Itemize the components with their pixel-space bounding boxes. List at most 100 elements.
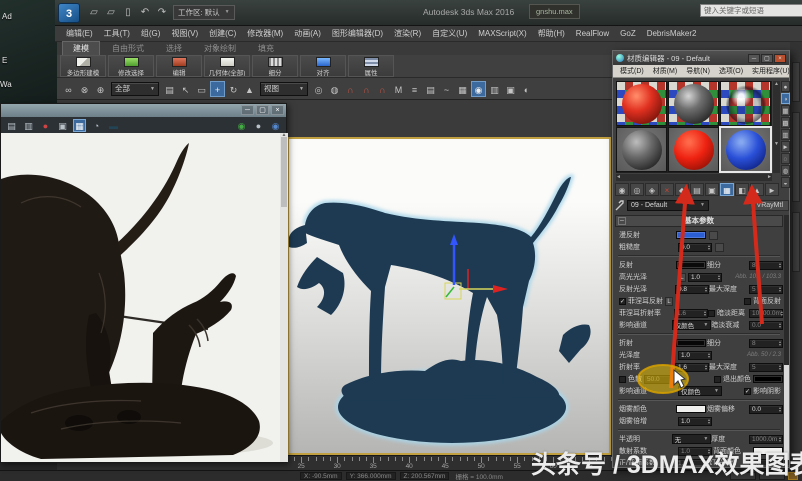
autokey-button[interactable] [730, 472, 756, 480]
menu-item[interactable]: GoZ [615, 29, 641, 38]
checkbox[interactable]: 退出颜色 [714, 374, 751, 384]
make-preview-icon[interactable]: ► [781, 141, 790, 152]
lock-toggle[interactable]: L [678, 272, 686, 282]
align-button[interactable]: 对齐 [300, 55, 346, 77]
unlink-selection-icon[interactable]: ⊗ [77, 81, 92, 97]
go-to-parent-icon[interactable]: ▲ [750, 183, 764, 196]
material-id-channel-icon[interactable]: ▣ [705, 183, 719, 196]
sample-slot-2[interactable] [668, 81, 719, 126]
open-file-icon[interactable]: ▤ [5, 119, 18, 132]
active-viewport[interactable] [287, 137, 611, 455]
select-and-link-icon[interactable]: ∞ [61, 81, 76, 97]
menu-item[interactable]: 动画(A) [289, 28, 326, 39]
search-input[interactable]: 键入关键字或短语 [700, 4, 802, 17]
spinner-field[interactable]: 1.0 ▴ ▾ [749, 458, 783, 465]
background-icon[interactable]: ▦ [781, 105, 790, 116]
checkbox[interactable]: 暗淡距离 [708, 308, 745, 318]
put-to-library-icon[interactable]: ▤ [690, 183, 704, 196]
eyedropper-icon[interactable] [615, 200, 624, 211]
sample-slot-5[interactable] [668, 127, 719, 172]
sample-type-icon[interactable]: ● [781, 81, 790, 92]
save-icon[interactable]: ▥ [22, 119, 35, 132]
spinner-field[interactable]: 1.0 ▴ ▾ [678, 446, 712, 456]
spinner-field[interactable]: 5 ▴ ▾ [749, 362, 783, 372]
checkbox[interactable]: 背面反射 [744, 296, 781, 306]
schematic-view-icon[interactable]: ▦ [455, 81, 470, 97]
snap-3d-icon[interactable]: ∩ [343, 81, 358, 97]
ribbon-tab[interactable]: 填充 [248, 42, 284, 55]
color-swatch[interactable] [676, 339, 706, 347]
map-button[interactable] [715, 242, 724, 252]
menu-item[interactable]: 实用程序(U) [748, 66, 794, 76]
lock-toggle[interactable]: L [665, 296, 673, 306]
modify-selection-button[interactable]: 修改选择 [108, 55, 154, 77]
menu-item[interactable]: 自定义(U) [427, 28, 472, 39]
parameters-scrollbar[interactable] [784, 215, 789, 465]
spinner-field[interactable]: 5 ▴ ▾ [749, 284, 783, 294]
menu-item[interactable]: 模式(D) [616, 66, 648, 76]
sample-slot-6[interactable] [719, 126, 772, 173]
rollout-header[interactable]: – 基本参数 [615, 215, 783, 227]
copy-icon[interactable]: ▣ [56, 119, 69, 132]
slideshow-icon[interactable]: ● [252, 119, 265, 132]
checkbox[interactable]: ✓ 影响阴影 [744, 386, 781, 396]
fullscreen-icon[interactable]: ▬ [107, 119, 120, 132]
put-to-scene-icon[interactable]: ◎ [630, 183, 644, 196]
spinner-field[interactable]: 1.0 ▴ ▾ [678, 350, 712, 360]
sample-vscroll[interactable]: ▲ ▼ [773, 81, 780, 173]
actual-size-icon[interactable]: ▦ [73, 118, 86, 132]
3dsmax-logo-icon[interactable]: 3 [58, 3, 80, 23]
curve-editor-icon[interactable]: ~ [439, 81, 454, 97]
menu-item[interactable]: DebrisMaker2 [642, 29, 702, 38]
spinner-field[interactable]: 1000.0m ▴ ▾ [749, 434, 783, 444]
sample-slot-4[interactable] [616, 127, 667, 172]
polygon-modeling-button[interactable]: 多边形建模 [60, 55, 106, 77]
spinner-field[interactable]: 50.0 ▴ ▾ [644, 374, 678, 384]
reference-coordinate-dropdown[interactable]: 视图 ▼ [260, 81, 308, 96]
maximize-button[interactable]: ▢ [761, 53, 773, 63]
spinner-field[interactable]: 0.0 ▴ ▾ [678, 242, 712, 252]
sample-slot-1[interactable] [616, 81, 667, 126]
use-pivot-center-icon[interactable]: ◎ [311, 81, 326, 97]
select-object-icon[interactable]: ↖ [178, 81, 193, 97]
material-editor-icon[interactable]: ◉ [471, 80, 486, 97]
assign-to-selection-icon[interactable]: ◈ [645, 183, 659, 196]
mirror-icon[interactable]: M [391, 81, 406, 97]
spinner-field[interactable]: 1.6 ▴ ▾ [674, 308, 708, 318]
color-swatch[interactable] [676, 261, 706, 269]
spinner-field[interactable]: 1.0 ▴ ▾ [678, 416, 712, 426]
scrollbar-thumb[interactable] [784, 365, 789, 460]
menu-item[interactable]: 图形编辑器(D) [327, 28, 388, 39]
menu-item[interactable]: 修改器(M) [242, 28, 288, 39]
keyfilter-button[interactable] [788, 472, 798, 480]
minimize-button[interactable]: ─ [748, 53, 760, 63]
sample-uv-tiling-icon[interactable]: ▩ [781, 117, 790, 128]
checkbox[interactable]: 色散 [619, 374, 642, 384]
layer-manager-icon[interactable]: ▤ [423, 81, 438, 97]
select-and-rotate-icon[interactable]: ↻ [226, 81, 241, 97]
delete-icon[interactable]: ● [39, 119, 52, 132]
spinner-field[interactable]: 0.0 ▴ ▾ [749, 320, 783, 330]
setkey-button[interactable] [759, 472, 785, 480]
show-end-result-icon[interactable]: ◧ [735, 183, 749, 196]
sample-hscroll[interactable]: ◄ ► [616, 174, 772, 181]
select-by-material-icon[interactable]: ◍ [781, 165, 790, 176]
coordinate-field[interactable]: X: -90.5mm [300, 472, 342, 480]
bind-to-space-warp-icon[interactable]: ⊕ [93, 81, 108, 97]
open-file-icon[interactable]: ▱ [104, 5, 118, 20]
make-unique-icon[interactable]: ◆ [675, 183, 689, 196]
photo-scrollbar[interactable]: ▲ [280, 132, 288, 462]
menu-item[interactable]: 视图(V) [166, 28, 203, 39]
spinner-field[interactable]: 1.6 ▴ ▾ [675, 362, 709, 372]
coordinate-field[interactable]: Z: 200.567mm [399, 472, 450, 480]
spinner-field[interactable]: 8 ▴ ▾ [749, 260, 783, 270]
close-button[interactable]: × [271, 105, 284, 115]
edit-button[interactable]: 编辑 [156, 55, 202, 77]
ribbon-tab[interactable]: 自由形式 [102, 42, 154, 55]
video-color-check-icon[interactable]: ▥ [781, 129, 790, 140]
next-image-icon[interactable]: ◉ [269, 119, 282, 132]
menu-item[interactable]: 帮助(H) [533, 28, 570, 39]
get-material-icon[interactable]: ◉ [615, 183, 629, 196]
checkbox[interactable]: ✓ 菲涅耳反射 [619, 296, 663, 306]
save-file-icon[interactable]: ▯ [121, 5, 135, 20]
